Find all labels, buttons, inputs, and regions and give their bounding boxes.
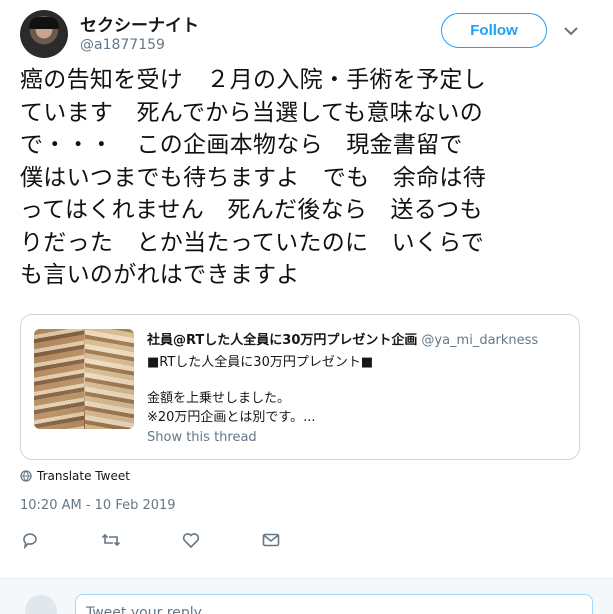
quoted-tweet-header: 社員@RTした人全員に30万円プレゼント企画 @ya_mi_darkness (147, 329, 538, 348)
tweet-header: セクシーナイト @a1877159 Follow (20, 8, 595, 60)
quoted-text-line: 金額を上乗せしました。 (147, 391, 291, 406)
tweet-line: ています 死んでから当選しても意味ないの (20, 99, 484, 126)
avatar[interactable] (20, 10, 68, 58)
money-photo-right (85, 329, 134, 429)
quoted-text-line: ※20万円企画とは別です。... (147, 410, 316, 425)
quoted-handle: @ya_mi_darkness (421, 333, 539, 348)
reply-input[interactable]: Tweet your reply (75, 594, 593, 614)
tweet-line: も言いのがれはできますよ (20, 262, 300, 288)
like-icon[interactable] (181, 530, 201, 550)
quoted-text-line: ■RTした人全員に30万円プレゼント■ (147, 355, 374, 370)
caret-down-icon[interactable] (562, 22, 580, 40)
quoted-display-name: 社員@RTした人全員に30万円プレゼント企画 (147, 333, 418, 348)
tweet-text: 癌の告知を受け ２月の入院・手術を予定し ています 死んでから当選しても意味ない… (20, 64, 580, 292)
display-name[interactable]: セクシーナイト (80, 11, 199, 36)
tweet-line: で・・・ この企画本物なら 現金書留で (20, 132, 463, 158)
tweet-line: 僕はいつまでも待ちますよ でも 余命は待 (20, 164, 486, 191)
quoted-tweet-image (34, 329, 134, 429)
tweet-line: りだった とか当たっていたのに いくらで (20, 229, 485, 256)
follow-button[interactable]: Follow (441, 13, 547, 48)
tweet-actions (20, 530, 320, 552)
user-handle[interactable]: @a1877159 (80, 37, 165, 53)
globe-icon (20, 470, 32, 482)
tweet-line: ってはくれません 死んだ後なら 送るつも (20, 197, 483, 223)
translate-label: Translate Tweet (37, 469, 130, 483)
reply-icon[interactable] (20, 530, 40, 550)
message-icon[interactable] (261, 530, 281, 550)
show-thread-link[interactable]: Show this thread (147, 430, 257, 445)
quoted-tweet-card[interactable]: 社員@RTした人全員に30万円プレゼント企画 @ya_mi_darkness ■R… (20, 314, 580, 460)
tweet-timestamp[interactable]: 10:20 AM - 10 Feb 2019 (20, 498, 176, 513)
tweet-line: 癌の告知を受け ２月の入院・手術を予定し (20, 67, 486, 93)
money-photo-left (34, 329, 84, 429)
translate-tweet-link[interactable]: Translate Tweet (20, 469, 130, 483)
retweet-icon[interactable] (101, 530, 121, 550)
